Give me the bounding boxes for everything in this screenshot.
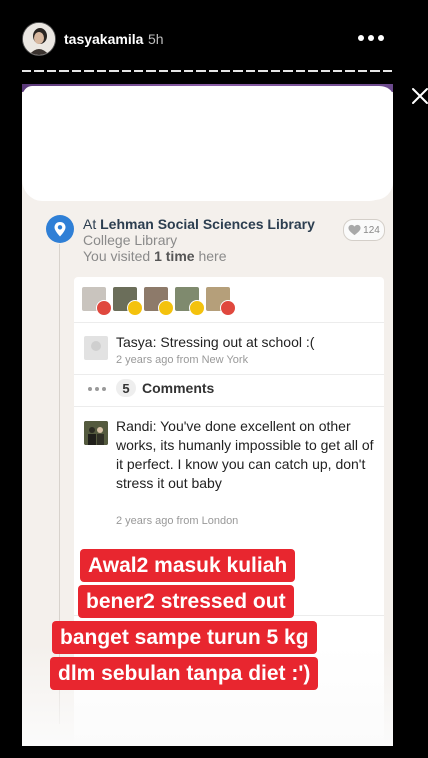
place-category: College Library (83, 232, 178, 248)
comments-label: Comments (142, 380, 215, 396)
time-ago: 5h (148, 31, 164, 47)
divider (74, 406, 384, 407)
sad-reaction-icon (189, 300, 205, 316)
reactor-avatar[interactable] (82, 287, 112, 316)
place-name[interactable]: Lehman Social Sciences Library (100, 216, 315, 232)
location-pin-icon (46, 215, 74, 243)
reactor-avatar[interactable] (206, 287, 236, 316)
comment-count-badge: 5 (116, 379, 136, 397)
close-icon[interactable] (410, 86, 428, 106)
post-meta: 2 years ago from New York (116, 354, 249, 366)
wow-reaction-icon (158, 300, 174, 316)
story-header: tasyakamila 5h (0, 0, 428, 80)
story-progress-bar (22, 70, 393, 72)
divider (74, 374, 384, 375)
caption-line: bener2 stressed out (78, 585, 294, 618)
username[interactable]: tasyakamila (64, 31, 143, 47)
heart-icon (348, 224, 361, 236)
author-avatar[interactable] (84, 336, 108, 360)
comment-text: Randi: You've done excellent on other wo… (116, 417, 376, 493)
redaction-blob-extension (277, 164, 393, 200)
profile-avatar[interactable] (22, 22, 56, 56)
visit-count-line: You visited 1 time here (83, 248, 226, 264)
visited-suffix: here (198, 248, 227, 264)
caption-line: Awal2 masuk kuliah (80, 549, 296, 582)
divider (74, 322, 384, 323)
place-line[interactable]: At Lehman Social Sciences Library (83, 216, 315, 232)
caption-line: banget sampe turun 5 kg (52, 621, 317, 654)
like-count: 124 (363, 224, 380, 236)
like-button[interactable]: 124 (343, 219, 385, 241)
reactor-avatar[interactable] (144, 287, 174, 316)
at-label: At (83, 216, 97, 232)
heart-reaction-icon (220, 300, 236, 316)
commenter-avatar[interactable] (84, 421, 108, 445)
heart-reaction-icon (96, 300, 112, 316)
post-text: Tasya: Stressing out at school :( (116, 334, 314, 350)
more-options-icon[interactable] (358, 35, 386, 43)
sad-reaction-icon (127, 300, 143, 316)
comment-author[interactable]: Randi: (116, 418, 156, 434)
comment-meta: 2 years ago from London (116, 515, 239, 527)
ellipsis-icon (88, 387, 106, 391)
reactor-avatar[interactable] (175, 287, 205, 316)
visited-count: 1 time (154, 248, 195, 264)
post-author[interactable]: Tasya: (116, 334, 156, 350)
visited-prefix: You visited (83, 248, 151, 264)
reaction-avatars (82, 287, 236, 316)
post-body: Stressing out at school :( (160, 334, 315, 350)
reactor-avatar[interactable] (113, 287, 143, 316)
caption-line: dlm sebulan tanpa diet :') (50, 657, 319, 690)
story-content: At Lehman Social Sciences Library Colleg… (22, 84, 393, 746)
